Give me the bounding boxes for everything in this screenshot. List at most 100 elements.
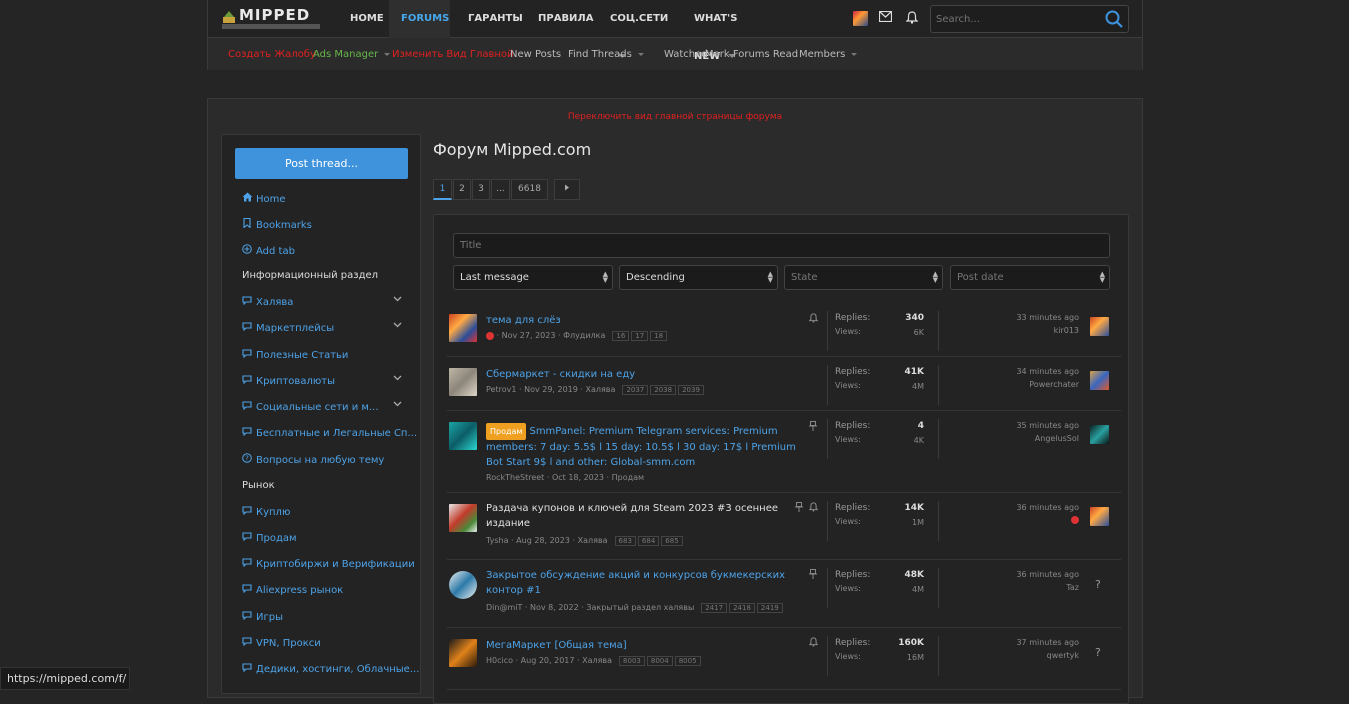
subnav-link-0[interactable]: Создать Жалобу [228,49,316,60]
nav-tab-5[interactable]: WHAT'S NEW [682,0,771,62]
site-logo[interactable]: MIPPED [222,6,322,30]
thread-title[interactable]: Закрытое обсуждение акций и конкурсов бу… [486,568,806,598]
state-select[interactable]: State ▲ ▼ [784,265,943,290]
page-link-0[interactable]: 1 [433,179,452,200]
thread-page-link[interactable]: 16 [612,331,630,341]
sort-select[interactable]: Last message ▲ ▼ [453,265,613,290]
thread-forum[interactable]: Закрытый раздел халявы [586,603,694,612]
thread-title[interactable]: Раздача купонов и ключей для Steam 2023 … [486,501,796,531]
thread-forum[interactable]: Продам [612,473,644,482]
subnav-link-2[interactable]: Изменить Вид Главной [392,49,514,60]
thread-page-link[interactable]: 683 [614,536,636,546]
title-filter-input[interactable]: Title [453,233,1110,258]
sidebar-item-10[interactable]: ? Вопросы на любую тему [241,453,384,466]
nav-tab-4[interactable]: СОЦ.СЕТИ [598,0,676,58]
nav-tab-0[interactable]: HOME [338,0,384,38]
last-post-user[interactable]: kir013 [947,326,1079,335]
page-link-4[interactable]: 6618 [511,179,548,200]
sidebar-item-14[interactable]: Криптобиржи и Верификации [241,558,415,570]
thread-title[interactable]: Продам SmmPanel: Premium Telegram service… [486,423,806,470]
thread-author-avatar[interactable] [449,422,477,450]
sidebar-item-7[interactable]: Криптовалюты [241,375,335,387]
thread-forum[interactable]: Флудилка [563,331,605,340]
sidebar-item-6[interactable]: Полезные Статьи [241,349,348,361]
sidebar-item-2[interactable]: Add tab [241,244,295,257]
chevron-down-icon[interactable] [393,295,402,305]
thread-page-link[interactable]: 18 [650,331,668,341]
thread-page-link[interactable]: 8005 [674,656,701,666]
thread-author[interactable]: H0cico [486,656,513,665]
sidebar-item-8[interactable]: Социальные сети и м... [241,401,379,413]
last-post-user[interactable]: qwertyk [947,651,1079,660]
mini-avatar-icon[interactable] [486,331,494,340]
next-page-button[interactable] [554,179,580,200]
thread-title[interactable]: Сбермаркет - скидки на еду [486,367,796,382]
nav-tab-2[interactable]: ГАРАНТЫ [456,0,523,38]
thread-forum[interactable]: Халява [582,656,612,665]
thread-author-avatar[interactable] [449,368,477,396]
thread-author-avatar[interactable] [449,639,477,667]
last-post-user[interactable]: AngelusSol [947,434,1079,443]
switch-view-notice[interactable]: Переключить вид главной страницы форума [208,112,1142,122]
search-icon[interactable] [1105,10,1123,28]
thread-author[interactable]: Tysha [486,536,509,545]
last-post-time[interactable]: 34 minutes ago [947,367,1079,376]
thread-page-link[interactable]: 8004 [646,656,673,666]
subnav-link-4[interactable]: Find Threads [568,49,644,60]
thread-page-link[interactable]: 2038 [650,385,677,395]
thread-forum[interactable]: Халява [586,385,616,394]
subnav-link-7[interactable]: Members [799,49,858,60]
sidebar-item-13[interactable]: Продам [241,532,297,544]
chevron-down-icon[interactable] [393,321,402,331]
page-link-3[interactable]: ... [491,179,510,200]
envelope-icon[interactable] [878,10,893,26]
thread-page-link[interactable]: 2418 [729,603,755,613]
order-select[interactable]: Descending ▲ ▼ [619,265,778,290]
thread-page-link[interactable]: 684 [637,536,660,546]
last-poster-avatar[interactable] [1090,317,1109,336]
nav-tab-1[interactable]: FORUMS [389,0,450,38]
thread-author-avatar[interactable] [449,571,477,599]
subnav-link-6[interactable]: Mark Forums Read [705,49,798,60]
chevron-down-icon[interactable] [393,400,402,410]
unknown-avatar-icon[interactable]: ? [1095,578,1101,591]
thread-page-link[interactable]: 2037 [622,385,649,395]
last-post-time[interactable]: 36 minutes ago [947,570,1079,579]
last-post-time[interactable]: 33 minutes ago [947,313,1079,322]
page-link-1[interactable]: 2 [453,179,471,200]
user-avatar[interactable] [853,11,868,26]
page-link-2[interactable]: 3 [472,179,490,200]
last-poster-avatar[interactable] [1090,371,1109,390]
last-post-time[interactable]: 37 minutes ago [947,638,1079,647]
thread-author-avatar[interactable] [449,504,477,532]
thread-author-avatar[interactable] [449,314,477,342]
thread-prefix-badge[interactable]: Продам [486,423,527,440]
post-date-select[interactable]: Post date ▲ ▼ [950,265,1110,290]
last-post-time[interactable]: 35 minutes ago [947,421,1079,430]
last-post-user[interactable]: Taz [947,583,1079,592]
subnav-link-3[interactable]: New Posts [510,49,561,60]
sidebar-item-12[interactable]: Куплю [241,506,290,518]
thread-title[interactable]: МегаМаркет [Общая тема] [486,638,796,653]
thread-author[interactable]: RockTheStreet [486,473,544,482]
last-poster-avatar[interactable] [1090,507,1109,526]
subnav-link-1[interactable]: Ads Manager [313,49,391,60]
sidebar-item-17[interactable]: VPN, Прокси [241,637,321,649]
thread-page-link[interactable]: 2039 [678,385,704,395]
last-poster-avatar[interactable] [1090,425,1109,444]
thread-author[interactable]: Din@miT [486,603,522,612]
thread-author[interactable]: Petrov1 [486,385,516,394]
last-post-time[interactable]: 36 minutes ago [947,503,1079,512]
sidebar-item-18[interactable]: Дедики, хостинги, Облачные... [241,663,419,675]
thread-page-link[interactable]: 2417 [701,603,728,613]
sidebar-item-15[interactable]: Aliexpress рынок [241,584,343,596]
chevron-down-icon[interactable] [393,374,402,384]
search-input[interactable] [931,6,1101,32]
unknown-avatar-icon[interactable]: ? [1095,646,1101,659]
thread-page-link[interactable]: 8003 [619,656,645,666]
sidebar-item-0[interactable]: Home [241,192,286,205]
thread-page-link[interactable]: 685 [661,536,683,546]
last-post-user-icon[interactable] [1071,516,1079,524]
bell-icon[interactable] [904,11,919,26]
sidebar-item-9[interactable]: Бесплатные и Легальные Сп... [241,427,417,439]
